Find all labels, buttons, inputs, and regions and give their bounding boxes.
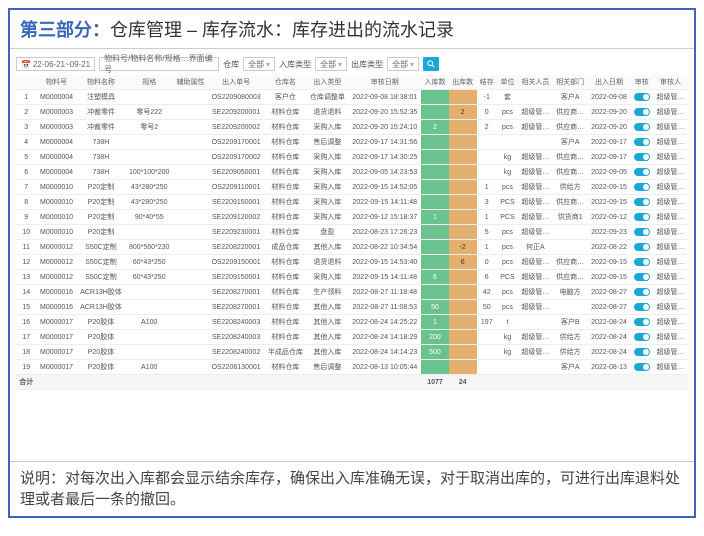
table-row[interactable]: 15M0000016ACR13H胶体SE2208270001材料仓库其他入库20… [16,300,688,315]
search-button[interactable] [423,57,439,71]
col-header[interactable]: 结存 [477,75,498,90]
outtype-select[interactable]: 全部 ▾ [387,57,419,71]
col-header[interactable]: 物料名称 [77,75,126,90]
intype-select[interactable]: 全部 ▾ [315,57,347,71]
page-title: 第三部分：仓库管理 – 库存流水：库存进出的流水记录 [10,10,694,49]
table-row[interactable]: 1M0000004注塑模具OS2209080003客户仓仓库调整单2022-09… [16,90,688,105]
approve-toggle[interactable] [634,333,650,341]
table-row[interactable]: 18M0000017P20胶体SE2208240002半成品仓库其他入库2022… [16,345,688,360]
approve-toggle[interactable] [634,228,650,236]
col-header[interactable]: 单位 [497,75,518,90]
table-row[interactable]: 3M0000003冲裁零件零号2SE2209200002材料仓库采购入库2022… [16,120,688,135]
search-icon [427,60,435,68]
approve-toggle[interactable] [634,168,650,176]
approve-toggle[interactable] [634,348,650,356]
col-header[interactable]: 规格 [125,75,173,90]
col-header[interactable]: 入库数 [421,75,449,90]
approve-toggle[interactable] [634,153,650,161]
footer-note: 说明：对每次出入库都会显示结余库存，确保出入库准确无误，对于取消出库的，可进行出… [10,461,694,516]
approve-toggle[interactable] [634,138,650,146]
approve-toggle[interactable] [634,183,650,191]
table-row[interactable]: 5M0000004738HOS2209170002材料仓库采购入库2022-09… [16,150,688,165]
col-header[interactable]: 相关部门 [553,75,588,90]
col-header[interactable]: 审核人 [653,75,688,90]
flow-table: 物料号物料名称规格辅助属性出入单号仓库名出入类型审核日期入库数出库数结存单位相关… [16,75,688,390]
table-row[interactable]: 6M0000004738H100*100*200SE2209050001材料仓库… [16,165,688,180]
search-input[interactable]: 物料号/物料名称/规格…界面编号 [99,57,219,71]
col-header[interactable]: 物料号 [37,75,77,90]
col-header[interactable]: 出入类型 [306,75,348,90]
approve-toggle[interactable] [634,258,650,266]
approve-toggle[interactable] [634,318,650,326]
table-row[interactable]: 4M0000004738HOS2209170001材料仓库售后调整2022-09… [16,135,688,150]
approve-toggle[interactable] [634,108,650,116]
table-row[interactable]: 19M0000017P20胶体A100OS2208130001材料仓库售后调整2… [16,360,688,375]
table-row[interactable]: 11M0000012S50C定制800*560*230SE2208220001成… [16,240,688,255]
col-header[interactable]: 出库数 [449,75,477,90]
table-row[interactable]: 16M0000017P20胶体A100SE2208240003材料仓库其他入库2… [16,315,688,330]
approve-toggle[interactable] [634,198,650,206]
col-header[interactable]: 出入日期 [588,75,631,90]
col-header[interactable]: 审核 [630,75,653,90]
table-row[interactable]: 12M0000012S50C定制60*43*250OS2209150001材料仓… [16,255,688,270]
approve-toggle[interactable] [634,213,650,221]
approve-toggle[interactable] [634,243,650,251]
table-row[interactable]: 13M0000012S50C定制60*43*250SE2209150001材料仓… [16,270,688,285]
approve-toggle[interactable] [634,288,650,296]
date-range-picker[interactable]: 📅 22-06-21~09-21 [16,57,95,71]
col-header[interactable]: 辅助属性 [173,75,208,90]
approve-toggle[interactable] [634,93,650,101]
table-row[interactable]: 2M0000003冲裁零件零号222SE2209200001材料仓库退货退料20… [16,105,688,120]
col-header[interactable]: 出入单号 [208,75,264,90]
filter-toolbar: 📅 22-06-21~09-21 物料号/物料名称/规格…界面编号 仓库 全部 … [16,55,688,75]
col-header[interactable]: 相关人员 [518,75,553,90]
table-row[interactable]: 14M0000016ACR13H胶体SE2208270001材料仓库生产领料20… [16,285,688,300]
col-header[interactable] [16,75,37,90]
table-row[interactable]: 10M0000010P20定制SE2209230001材料仓库盘盈2022-08… [16,225,688,240]
table-row[interactable]: 8M0000010P20定制43*280*250SE2209150001材料仓库… [16,195,688,210]
table-row[interactable]: 9M0000010P20定制90*40*55SE2209120002材料仓库采购… [16,210,688,225]
approve-toggle[interactable] [634,303,650,311]
approve-toggle[interactable] [634,273,650,281]
approve-toggle[interactable] [634,123,650,131]
table-row[interactable]: 7M0000010P20定制43*280*250OS2209110001材料仓库… [16,180,688,195]
col-header[interactable]: 仓库名 [264,75,306,90]
col-header[interactable]: 审核日期 [348,75,421,90]
approve-toggle[interactable] [634,363,650,371]
table-row[interactable]: 17M0000017P20胶体SE2208240003材料仓库其他入库2022-… [16,330,688,345]
warehouse-select[interactable]: 全部 ▾ [243,57,275,71]
